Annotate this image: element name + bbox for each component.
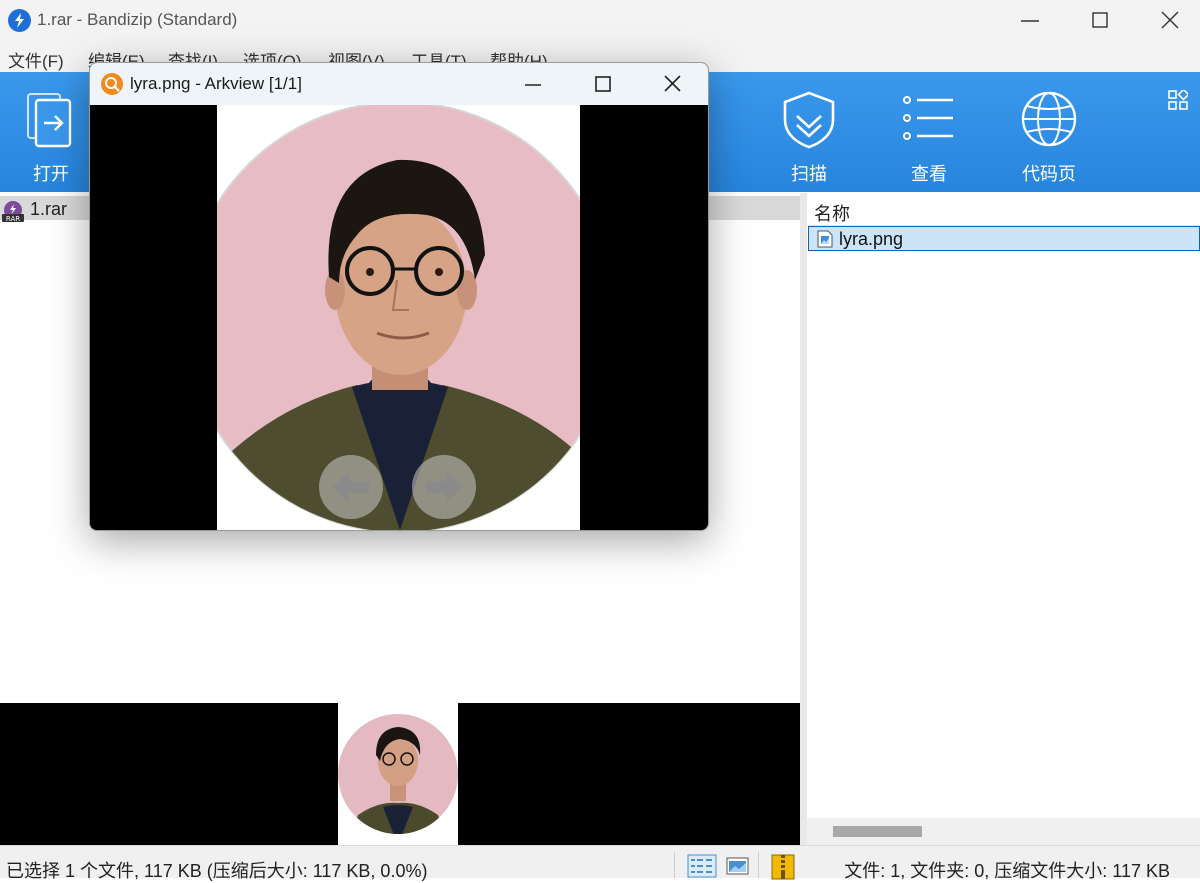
details-view-icon[interactable] xyxy=(687,854,717,878)
preview-view-icon[interactable] xyxy=(726,854,750,878)
status-bar: 已选择 1 个文件, 117 KB (压缩后大小: 117 KB, 0.0%) … xyxy=(0,845,1200,881)
status-selection-text: 已选择 1 个文件, 117 KB (压缩后大小: 117 KB, 0.0%) xyxy=(6,861,428,881)
horizontal-scrollbar[interactable] xyxy=(807,818,1200,845)
svg-text:RAR: RAR xyxy=(6,215,20,222)
arkview-minimize-button[interactable] xyxy=(498,63,568,105)
codepage-button[interactable]: 代码页 xyxy=(1008,72,1090,192)
file-name: lyra.png xyxy=(839,229,904,249)
title-bar: 1.rar - Bandizip (Standard) xyxy=(0,0,1200,42)
arkview-window: lyra.png - Arkview [1/1] xyxy=(89,62,709,531)
open-button[interactable]: 打开 xyxy=(10,72,92,192)
menu-file[interactable]: 文件(F) xyxy=(8,47,64,72)
bandizip-app-icon xyxy=(8,9,31,32)
file-row[interactable]: lyra.png xyxy=(808,226,1200,251)
scan-label: 扫描 xyxy=(791,164,827,184)
column-header-name[interactable]: 名称 xyxy=(807,193,1200,226)
status-separator xyxy=(674,852,675,878)
scan-button[interactable]: 扫描 xyxy=(768,72,850,192)
window-title: 1.rar - Bandizip (Standard) xyxy=(37,10,238,29)
next-image-button[interactable] xyxy=(412,455,476,519)
arkview-maximize-button[interactable] xyxy=(568,63,638,105)
arkview-close-button[interactable] xyxy=(638,63,708,105)
arrow-left-icon xyxy=(333,471,369,503)
preview-thumbnail[interactable] xyxy=(338,703,458,845)
tree-item-label: 1.rar xyxy=(30,199,68,219)
close-button[interactable] xyxy=(1136,0,1200,42)
arkview-title: lyra.png - Arkview [1/1] xyxy=(130,74,302,93)
layout-grid-icon[interactable] xyxy=(1168,90,1188,110)
globe-icon xyxy=(1021,91,1077,147)
arkview-title-bar: lyra.png - Arkview [1/1] xyxy=(90,63,708,105)
portrait-image xyxy=(217,105,580,530)
status-archive-info: 文件: 1, 文件夹: 0, 压缩文件大小: 117 KB xyxy=(844,861,1170,881)
arrow-right-icon xyxy=(426,471,462,503)
codepage-label: 代码页 xyxy=(1022,164,1076,184)
portrait-thumbnail-image xyxy=(338,714,458,834)
view-button[interactable]: 查看 xyxy=(888,72,970,192)
scrollbar-thumb[interactable] xyxy=(833,826,922,837)
minimize-button[interactable] xyxy=(996,0,1066,42)
arkview-image xyxy=(217,105,580,530)
status-separator xyxy=(758,852,759,878)
rar-archive-icon: RAR xyxy=(2,201,24,222)
maximize-button[interactable] xyxy=(1066,0,1136,42)
pane-splitter[interactable] xyxy=(800,193,807,845)
view-label: 查看 xyxy=(911,164,947,184)
archive-zip-icon[interactable] xyxy=(771,854,795,880)
open-icon xyxy=(27,93,72,148)
image-file-icon xyxy=(817,230,833,248)
file-list-pane: 名称 lyra.png xyxy=(807,193,1200,845)
column-header-label: 名称 xyxy=(814,204,850,224)
previous-image-button[interactable] xyxy=(319,455,383,519)
shield-icon xyxy=(783,91,835,149)
image-preview-strip xyxy=(0,703,800,845)
list-icon xyxy=(903,96,953,140)
open-label: 打开 xyxy=(33,164,69,184)
magnifier-icon xyxy=(101,73,123,95)
